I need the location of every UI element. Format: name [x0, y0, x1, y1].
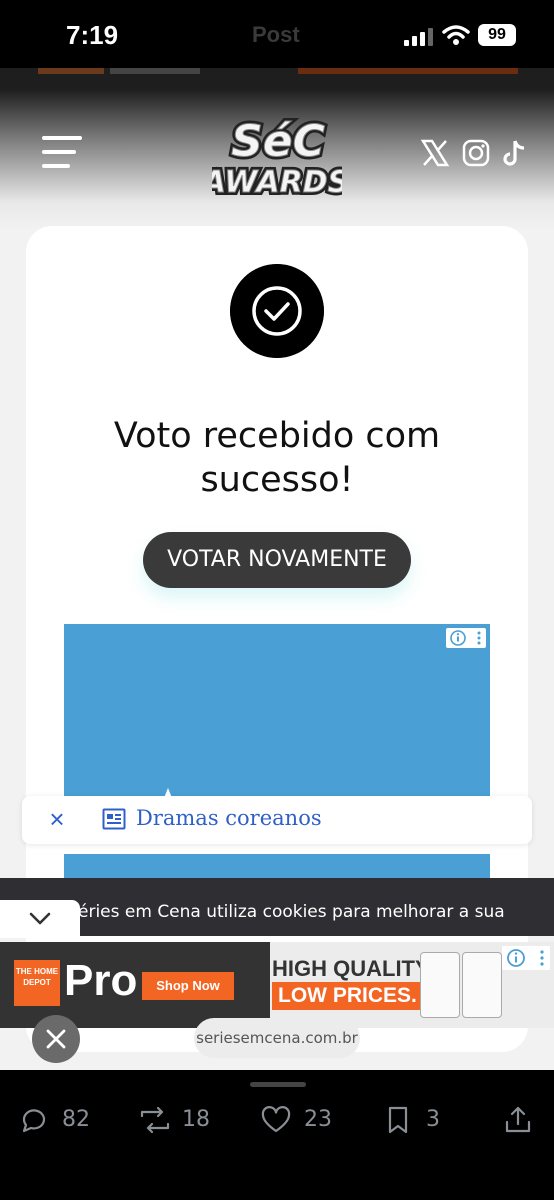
- site-header: SéC SéC AWARDS AWARDS: [0, 90, 554, 230]
- instagram-icon[interactable]: [461, 138, 491, 168]
- close-icon: [46, 1029, 66, 1049]
- heart-icon: [261, 1106, 291, 1133]
- reply-count: 82: [62, 1107, 90, 1132]
- topic-suggestion-bar[interactable]: × Dramas coreanos: [22, 796, 532, 844]
- cookie-text: éries em Cena utiliza cookies para melho…: [78, 902, 505, 922]
- sheet-grabber[interactable]: [250, 1082, 306, 1087]
- chevron-down-icon: [29, 912, 51, 925]
- share-button[interactable]: [502, 1104, 534, 1136]
- reply-button[interactable]: 82: [18, 1104, 98, 1136]
- battery-indicator: 99: [478, 24, 516, 46]
- check-circle-icon: [230, 264, 324, 358]
- bookmark-icon: [388, 1106, 408, 1134]
- ad-info-icon[interactable]: [502, 946, 550, 970]
- collapse-toggle[interactable]: [0, 900, 80, 938]
- signal-icon: [404, 28, 433, 46]
- cookie-banner: éries em Cena utiliza cookies para melho…: [0, 878, 554, 936]
- ad-display-lower: [64, 854, 490, 880]
- strip-block: [298, 68, 518, 74]
- x-twitter-icon[interactable]: [420, 138, 450, 168]
- close-icon[interactable]: ×: [44, 806, 70, 832]
- svg-text:SéC: SéC: [231, 116, 325, 167]
- wifi-icon: [442, 25, 470, 45]
- home-depot-logo: THE HOME DEPOT: [14, 960, 60, 1006]
- bookmark-count: 3: [426, 1107, 440, 1132]
- paint-can-image: [462, 952, 502, 1018]
- topic-label: Dramas coreanos: [136, 806, 322, 830]
- tweet-action-bar: 82 18 23 3: [0, 1070, 554, 1200]
- like-count: 23: [304, 1107, 332, 1132]
- repost-count: 18: [182, 1107, 210, 1132]
- article-icon: [102, 808, 126, 830]
- ad-headline-2: LOW PRICES.: [272, 982, 423, 1010]
- menu-icon[interactable]: [42, 136, 82, 168]
- close-browser-button[interactable]: [32, 1015, 80, 1063]
- status-time: 7:19: [66, 20, 119, 50]
- ad-display[interactable]: [64, 624, 490, 784]
- sec-awards-logo[interactable]: SéC SéC AWARDS AWARDS: [212, 112, 342, 200]
- share-icon: [505, 1106, 531, 1133]
- strip-block: [110, 68, 200, 74]
- vote-success-message: Voto recebido com sucesso!: [113, 416, 441, 500]
- ad-headline-1: HIGH QUALITY.: [272, 956, 434, 981]
- dimmed-page-strip: [0, 68, 554, 90]
- reply-icon: [22, 1109, 46, 1133]
- status-ghost-title: Post: [252, 22, 300, 47]
- ad-info-icon[interactable]: [446, 628, 486, 648]
- home-depot-banner-ad[interactable]: THE HOME DEPOT Pro Shop Now HIGH QUALITY…: [0, 942, 554, 1028]
- tiktok-icon[interactable]: [500, 138, 530, 168]
- url-pill[interactable]: seriesemcena.com.br: [194, 1018, 360, 1058]
- strip-block: [38, 68, 104, 74]
- status-bar: 7:19 Post 99: [0, 0, 554, 68]
- bookmark-button[interactable]: 3: [382, 1104, 452, 1136]
- vote-again-button[interactable]: VOTAR NOVAMENTE: [143, 532, 411, 588]
- pro-label: Pro: [64, 956, 138, 1005]
- repost-icon: [140, 1106, 170, 1134]
- shop-now-button[interactable]: Shop Now: [142, 972, 234, 1000]
- svg-text:AWARDS: AWARDS: [212, 165, 342, 200]
- repost-button[interactable]: 18: [138, 1104, 218, 1136]
- paint-can-image: [420, 952, 460, 1018]
- like-button[interactable]: 23: [260, 1104, 340, 1136]
